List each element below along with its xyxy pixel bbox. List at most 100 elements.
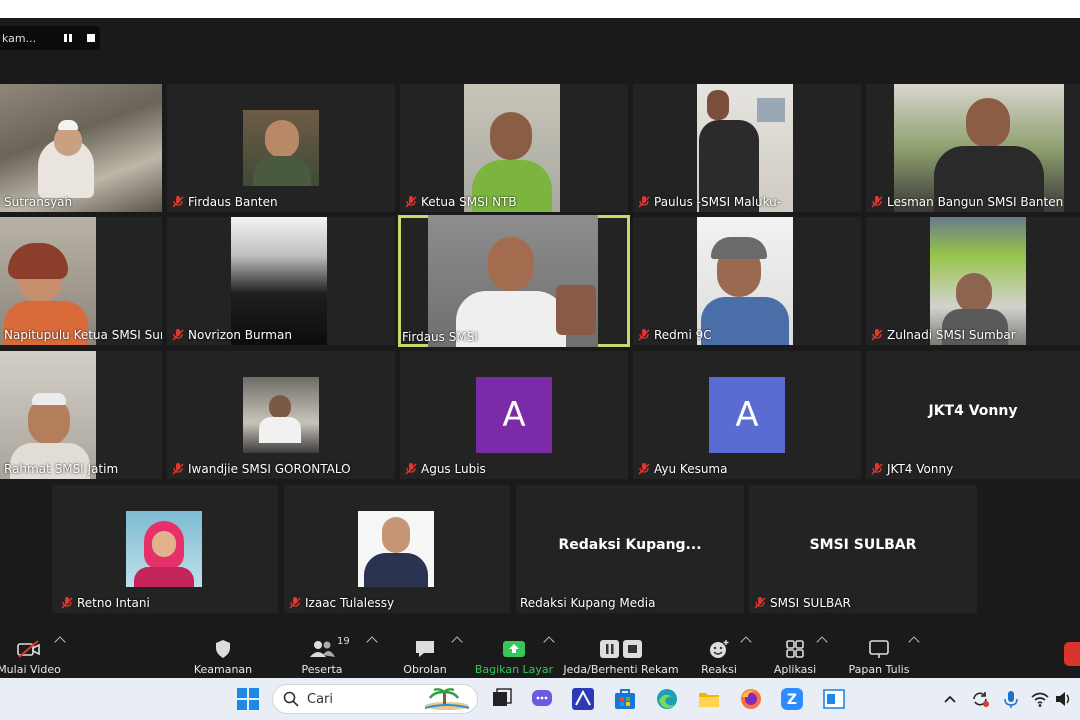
task-view-icon[interactable] xyxy=(490,687,514,711)
participant-placeholder-name: JKT4 Vonny xyxy=(928,403,1018,419)
participants-options-chevron[interactable] xyxy=(366,636,378,648)
participant-tile-iwandjie[interactable]: Iwandjie SMSI GORONTALO xyxy=(167,351,395,479)
participant-tile-zulnadi[interactable]: Zulnadi SMSI Sumbar xyxy=(866,217,1080,345)
meeting-toolbar: Mulai Video Keamanan Peserta 19 Obrolan … xyxy=(0,630,1080,678)
shield-icon xyxy=(216,640,230,658)
stop-recording-button[interactable] xyxy=(83,29,100,47)
pause-stop-recording-button[interactable]: Jeda/Berhenti Rekam xyxy=(563,632,679,676)
show-hidden-icons-chevron[interactable] xyxy=(942,687,958,711)
firefox-browser-icon[interactable] xyxy=(739,687,763,711)
participant-video xyxy=(697,217,793,345)
mic-muted-icon xyxy=(638,196,650,208)
mic-muted-icon xyxy=(638,329,650,341)
participant-tile-firdaus-banten[interactable]: Firdaus Banten xyxy=(167,84,395,212)
participants-count: 19 xyxy=(337,636,350,647)
whiteboard-options-chevron[interactable] xyxy=(908,636,920,648)
file-explorer-icon[interactable] xyxy=(697,687,721,711)
stop-icon xyxy=(87,34,96,42)
participant-video xyxy=(231,217,327,345)
whiteboard-button[interactable]: Papan Tulis xyxy=(848,632,910,676)
whiteboard-icon xyxy=(869,640,889,658)
participant-tile-retno[interactable]: Retno Intani xyxy=(52,485,278,613)
wifi-icon[interactable] xyxy=(1030,687,1050,711)
mic-muted-icon xyxy=(871,329,883,341)
participant-tile-lesman[interactable]: Lesman Bangun SMSI Banten xyxy=(866,84,1080,212)
participant-name: Paulus -SMSI Maluku- xyxy=(637,194,781,210)
apps-button[interactable]: Aplikasi xyxy=(772,632,818,676)
store-app-icon[interactable] xyxy=(613,687,637,711)
zoom-app-icon[interactable]: Z xyxy=(780,687,804,711)
participant-name: Napitupulu Ketua SMSI Sumut xyxy=(4,328,162,342)
participant-tile-sutransyah[interactable]: Sutransyah xyxy=(0,84,162,212)
start-video-button[interactable]: Mulai Video xyxy=(0,632,61,676)
participant-tile-rahmat[interactable]: Rahmat SMSI Jatim xyxy=(0,351,162,479)
participant-video xyxy=(243,377,319,453)
sync-icon[interactable] xyxy=(970,687,990,711)
mic-muted-icon xyxy=(172,329,184,341)
edge-browser-icon[interactable] xyxy=(655,687,679,711)
participant-tile-ayu[interactable]: A Ayu Kesuma xyxy=(633,351,861,479)
participant-tile-firdaus-smsi-speaking[interactable]: Firdaus SMSI xyxy=(398,215,630,347)
participant-video xyxy=(0,84,162,212)
participant-video xyxy=(428,215,598,347)
chat-icon xyxy=(416,641,434,657)
participant-video xyxy=(126,511,202,587)
microphone-icon[interactable] xyxy=(1002,687,1020,711)
share-screen-icon xyxy=(503,641,525,657)
pause-recording-button[interactable] xyxy=(60,29,77,47)
mic-muted-icon xyxy=(289,597,301,609)
participant-name: Zulnadi SMSI Sumbar xyxy=(870,327,1016,343)
participant-name: Sutransyah xyxy=(4,195,73,209)
search-label: Cari xyxy=(307,691,333,707)
participant-name: Firdaus SMSI xyxy=(402,330,478,344)
participant-tile-izaac[interactable]: Izaac Tulalessy xyxy=(284,485,510,613)
windows-start-icon[interactable] xyxy=(236,687,260,711)
mic-muted-icon xyxy=(405,463,417,475)
participant-name: Lesman Bangun SMSI Banten xyxy=(870,194,1063,210)
chat-button[interactable]: Obrolan xyxy=(400,632,450,676)
participant-placeholder-name: SMSI SULBAR xyxy=(809,537,917,553)
participant-tile-redaksi[interactable]: Redaksi Kupang... Redaksi Kupang Media xyxy=(516,485,744,613)
recording-indicator: kam... xyxy=(0,26,100,50)
participant-video xyxy=(243,110,319,186)
participant-video xyxy=(697,84,793,212)
participant-tile-napitupulu[interactable]: Napitupulu Ketua SMSI Sumut xyxy=(0,217,162,345)
participant-name: Rahmat SMSI Jatim xyxy=(4,462,119,476)
participant-video xyxy=(0,351,96,479)
participant-tile-agus[interactable]: A Agus Lubis xyxy=(400,351,628,479)
chat-options-chevron[interactable] xyxy=(451,636,463,648)
reactions-options-chevron[interactable] xyxy=(740,636,752,648)
recording-label: kam... xyxy=(2,31,37,45)
participant-name: Ayu Kesuma xyxy=(637,461,727,477)
pause-stop-icon xyxy=(600,640,642,658)
participant-tile-novrizon[interactable]: Novrizon Burman xyxy=(167,217,395,345)
participant-name: Novrizon Burman xyxy=(171,327,292,343)
participant-tile-paulus[interactable]: Paulus -SMSI Maluku- xyxy=(633,84,861,212)
participant-tile-ketua-ntb[interactable]: Ketua SMSI NTB xyxy=(400,84,628,212)
reactions-button[interactable]: Reaksi xyxy=(700,632,738,676)
apps-options-chevron[interactable] xyxy=(816,636,828,648)
participant-tile-jkt4[interactable]: JKT4 Vonny JKT4 Vonny xyxy=(866,351,1080,479)
pause-icon xyxy=(64,34,73,42)
share-screen-button[interactable]: Bagikan Layar xyxy=(475,632,553,676)
taskbar-search-box[interactable]: Cari xyxy=(272,684,478,714)
mic-muted-icon xyxy=(61,597,73,609)
volume-icon[interactable] xyxy=(1054,687,1072,711)
participant-name: Izaac Tulalessy xyxy=(288,595,394,611)
search-icon xyxy=(283,691,299,707)
security-button[interactable]: Keamanan xyxy=(192,632,254,676)
editor-app-icon[interactable] xyxy=(571,687,595,711)
participant-tile-sulbar[interactable]: SMSI SULBAR SMSI SULBAR xyxy=(749,485,977,613)
participant-video xyxy=(930,217,1026,345)
svg-text:Z: Z xyxy=(787,692,797,708)
mic-muted-icon xyxy=(871,196,883,208)
avatar: A xyxy=(476,377,552,453)
participant-name: Ketua SMSI NTB xyxy=(404,194,517,210)
end-meeting-button[interactable] xyxy=(1064,642,1080,666)
participant-placeholder-name: Redaksi Kupang... xyxy=(558,537,702,553)
participant-tile-redmi[interactable]: Redmi 9C xyxy=(633,217,861,345)
avatar: A xyxy=(709,377,785,453)
window-app-icon[interactable] xyxy=(822,687,846,711)
chat-app-icon[interactable] xyxy=(530,687,554,711)
apps-icon xyxy=(786,640,804,658)
